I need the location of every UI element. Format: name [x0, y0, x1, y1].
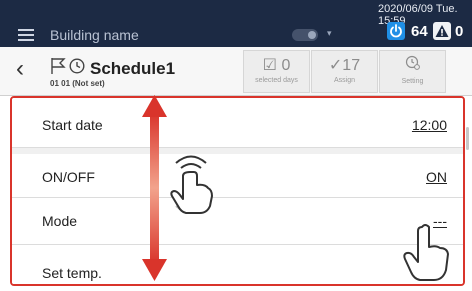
menu-icon[interactable] [18, 29, 34, 41]
set-temp-label: Set temp. [42, 265, 102, 281]
start-date-label: Start date [42, 117, 103, 133]
assign-count: 17 [342, 57, 361, 74]
mode-row[interactable]: Mode --- [12, 198, 463, 245]
calendar-check-icon: ☑ [262, 57, 277, 74]
building-name[interactable]: Building name [50, 27, 139, 43]
assign-label: Assign [333, 77, 355, 84]
checkmark-icon: ✓ [328, 57, 343, 74]
assign-button[interactable]: ✓17 Assign [311, 50, 378, 93]
on-off-value[interactable]: ON [426, 169, 447, 185]
flag-icon [51, 58, 66, 74]
on-off-row[interactable]: ON/OFF ON [12, 154, 463, 198]
on-off-label: ON/OFF [42, 169, 95, 185]
alert-icon[interactable] [433, 22, 451, 40]
schedule-title: Schedule1 [90, 59, 176, 78]
mode-value[interactable]: --- [433, 213, 447, 229]
clock-gear-icon [405, 55, 420, 70]
top-bar: Building name ▾ 2020/06/09 Tue. 15:59 64… [0, 0, 472, 47]
start-date-value[interactable]: 12:00 [412, 117, 447, 133]
set-temp-row[interactable]: Set temp. [12, 245, 463, 284]
selected-days-label: selected days [255, 77, 298, 84]
clock-icon [69, 58, 85, 74]
alert-count: 0 [455, 23, 464, 40]
chevron-down-icon[interactable]: ▾ [327, 28, 332, 39]
setting-label: Setting [401, 78, 424, 85]
schedule-subtitle: 01 01 (Not set) [50, 79, 105, 88]
selected-days-count: 0 [281, 57, 291, 74]
scrollbar[interactable] [466, 127, 469, 150]
start-date-row[interactable]: Start date 12:00 [12, 98, 463, 148]
mode-label: Mode [42, 213, 78, 229]
back-arrow-icon[interactable]: ‹ [16, 57, 24, 81]
selected-days-button[interactable]: ☑ 0 selected days [243, 50, 310, 93]
power-icon[interactable] [387, 22, 405, 40]
power-count: 64 [411, 23, 428, 40]
toggle-icon[interactable] [292, 29, 318, 41]
settings-list[interactable]: Start date 12:00 ON/OFF ON Mode --- Set … [10, 96, 465, 286]
schedule-header: ‹ Schedule1 01 01 (Not set) ☑ 0 selected… [0, 47, 472, 96]
setting-button[interactable]: Setting [379, 50, 446, 93]
